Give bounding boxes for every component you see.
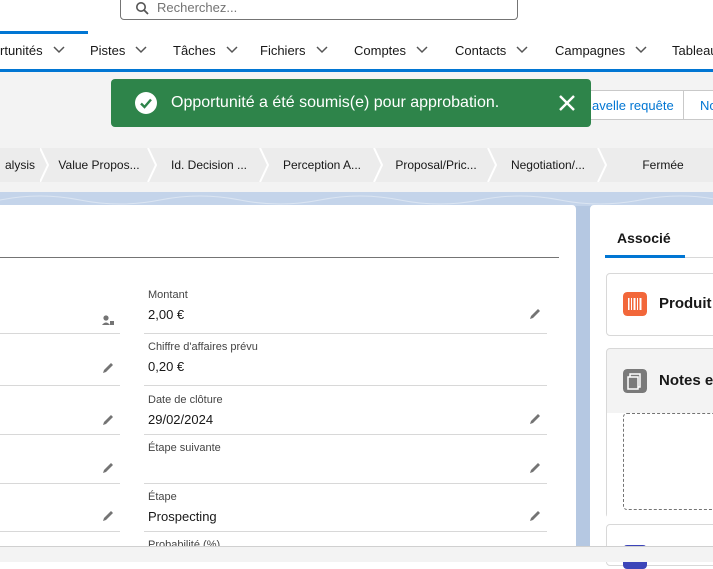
field-value: Prospecting [148,509,217,524]
field-label: Date de clôture [148,394,223,406]
chevron-down-icon[interactable] [416,46,428,54]
path-step[interactable]: Value Propos... [50,148,148,182]
field-divider [0,483,120,484]
nav-item-opportunites[interactable]: rtunités [0,31,88,69]
nav-item-fichiers[interactable]: Fichiers [250,31,328,69]
field-divider [0,333,120,334]
field-divider [144,434,547,435]
edit-pencil-icon[interactable] [101,413,115,427]
field-divider [144,483,547,484]
header-action-button[interactable]: No [683,90,713,120]
field-date-cloture: Date de clôture 29/02/2024 [148,394,223,427]
nav-item-label: rtunités [0,42,43,58]
field-label: Montant [148,289,188,301]
path-step[interactable]: Id. Decision ... [158,148,260,182]
field-value: 2,00 € [148,307,185,322]
nav-item-label: Tableau [672,42,713,58]
field-label: Étape [148,491,177,503]
chevron-down-icon[interactable] [53,46,65,54]
path-step[interactable]: Proposal/Pric... [384,148,488,182]
barcode-icon [623,292,647,316]
field-divider [144,333,547,334]
related-list-produits[interactable]: Produit [606,273,713,336]
edit-pencil-icon[interactable] [101,509,115,523]
file-drop-zone[interactable] [623,413,713,510]
nav-item-tableaux[interactable]: Tableau [662,31,713,69]
nav-item-campagnes[interactable]: Campagnes [545,31,647,69]
search-icon [136,2,149,15]
nav-item-comptes[interactable]: Comptes [344,31,428,69]
chevron-down-icon[interactable] [635,46,647,54]
field-divider [0,531,120,532]
search-input[interactable] [157,0,497,16]
tab-associe[interactable]: Associé [617,230,671,246]
nav-item-pistes[interactable]: Pistes [80,31,147,69]
field-chiffre-affaires: Chiffre d'affaires prévu 0,20 € [148,341,258,374]
chevron-down-icon[interactable] [226,46,238,54]
toast-message: Opportunité a été soumis(e) pour approba… [171,94,500,111]
nav-item-label: Tâches [173,42,216,58]
chevron-down-icon[interactable] [315,46,328,54]
nav-item-label: Contacts [455,42,507,58]
edit-pencil-icon[interactable] [528,461,542,475]
edit-pencil-icon[interactable] [528,509,542,523]
locked-field-icon [102,315,114,325]
nav-item-taches[interactable]: Tâches [163,31,238,69]
chevron-down-icon[interactable] [516,46,528,54]
edit-pencil-icon[interactable] [101,461,115,475]
path-step[interactable]: Negotiation/... [498,148,598,182]
path-step[interactable]: Fermée [608,148,713,182]
field-value: 0,20 € [148,359,185,374]
section-divider [0,257,559,258]
field-divider [0,385,120,386]
path-step[interactable]: alysis [0,148,40,182]
nav-item-label: Campagnes [555,42,626,58]
related-list-title[interactable]: Notes e [659,372,713,389]
path-step[interactable]: Perception A... [270,148,374,182]
related-list-notes[interactable]: Notes e [606,348,713,519]
opportunity-path: alysis Value Propos... Id. Decision ... … [0,148,713,182]
notes-icon [623,369,647,393]
field-value: 29/02/2024 [148,412,214,427]
nav-item-contacts[interactable]: Contacts [445,31,528,69]
field-etape: Étape Prospecting [148,491,217,524]
background-pattern [0,192,713,206]
field-divider [0,434,120,435]
new-request-button[interactable]: avelle requête [585,90,683,120]
success-check-icon [135,92,157,114]
nav-item-label: Fichiers [260,42,306,58]
field-divider [144,531,547,532]
field-divider [144,385,547,386]
nav-item-label: Pistes [90,42,126,58]
edit-pencil-icon[interactable] [101,361,115,375]
global-search[interactable] [120,0,518,20]
page-footer-edge [0,546,713,562]
edit-pencil-icon[interactable] [528,412,542,426]
field-montant: Montant 2,00 € [148,289,188,322]
edit-pencil-icon[interactable] [528,307,542,321]
field-etape-suivante: Étape suivante [148,442,221,460]
nav-item-label: Comptes [354,42,407,58]
related-list-title[interactable]: Produit [659,295,712,312]
chevron-down-icon[interactable] [135,46,147,54]
active-tab-indicator [605,255,685,258]
field-label: Chiffre d'affaires prévu [148,341,258,353]
success-toast: Opportunité a été soumis(e) pour approba… [111,79,591,127]
app-nav-bar: rtunités Pistes Tâches Fichiers Comptes … [0,31,713,72]
close-icon[interactable] [557,93,577,113]
field-label: Étape suivante [148,442,221,454]
